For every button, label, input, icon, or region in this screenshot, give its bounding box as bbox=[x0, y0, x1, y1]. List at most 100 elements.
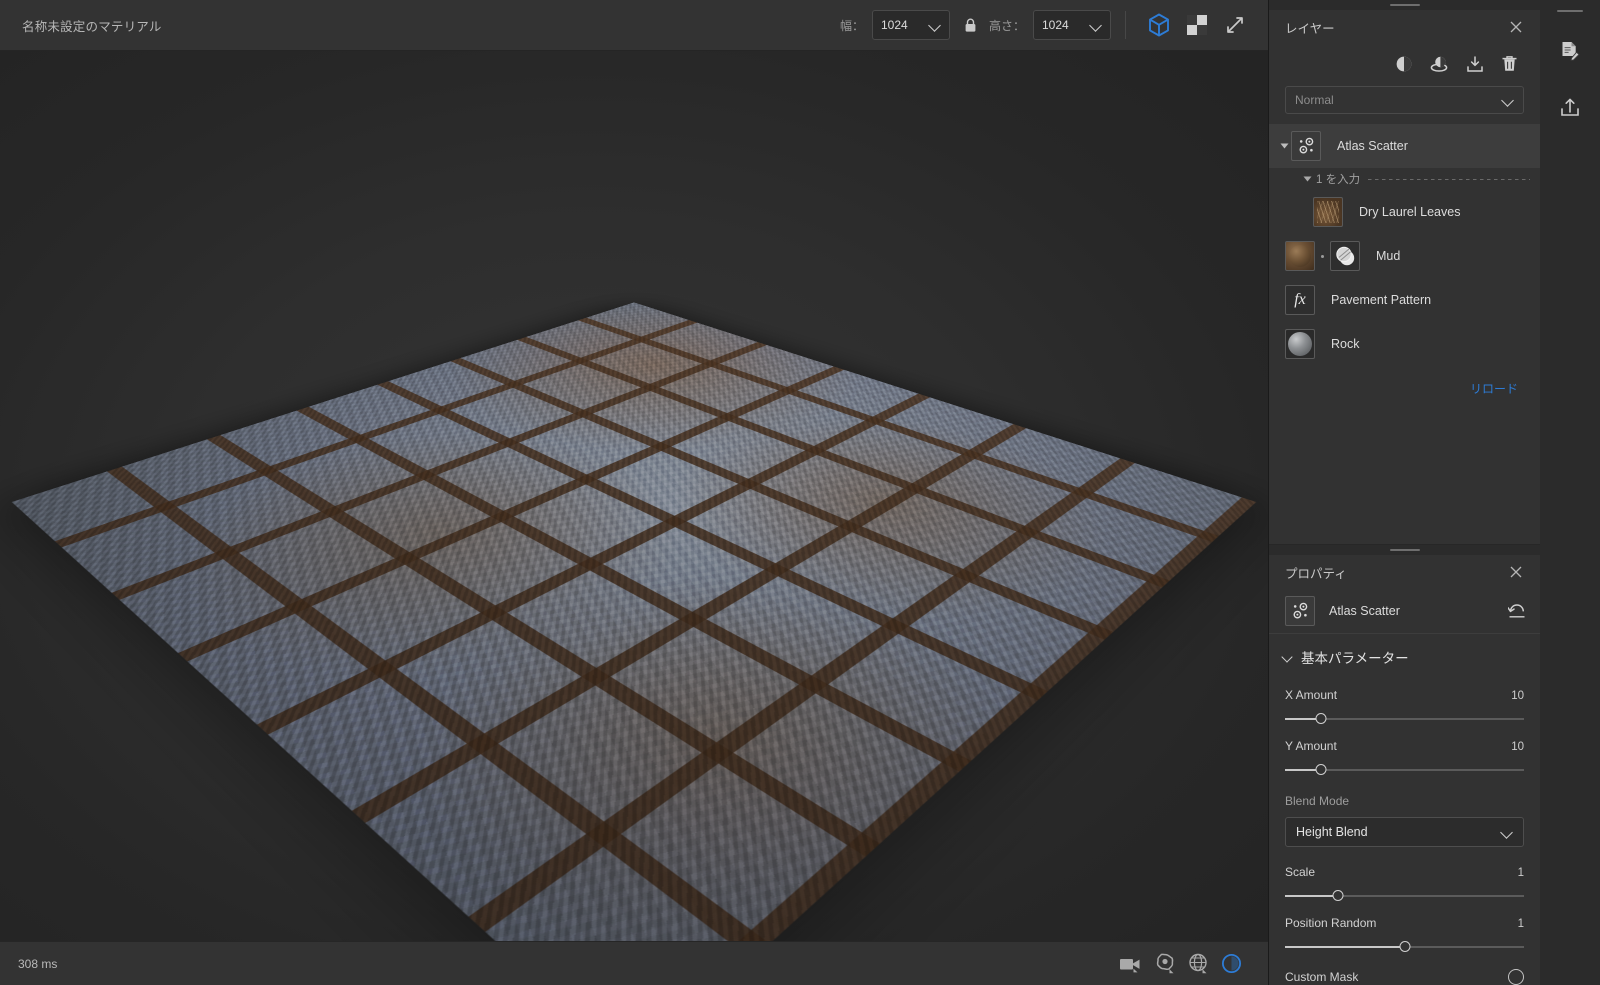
scatter-icon bbox=[1285, 596, 1315, 626]
adjustment-layer-icon[interactable] bbox=[1395, 55, 1413, 73]
blend-mode-select[interactable]: Height Blend bbox=[1285, 817, 1524, 847]
param-x-amount: X Amount 10 bbox=[1269, 688, 1540, 725]
slider-fill bbox=[1285, 895, 1338, 897]
slider-knob[interactable] bbox=[1315, 713, 1327, 724]
close-icon[interactable] bbox=[1506, 562, 1526, 582]
3d-viewport[interactable] bbox=[0, 51, 1268, 941]
top-toolbar: 名称未設定のマテリアル 幅： 1024 高さ： 1024 bbox=[0, 0, 1268, 51]
width-select[interactable]: 1024 bbox=[871, 10, 950, 40]
viewport-display-options bbox=[1119, 953, 1268, 974]
width-value: 1024 bbox=[880, 18, 908, 32]
layer-row-rock[interactable]: Rock bbox=[1269, 322, 1540, 366]
expand-triangle-icon[interactable] bbox=[1303, 176, 1312, 182]
panel-stack: レイヤー Normal Atlas Scatter 1 を入力 Dry Laur… bbox=[1268, 0, 1540, 985]
mud-thumbnail bbox=[1285, 241, 1315, 271]
param-label: X Amount bbox=[1285, 688, 1338, 702]
chevron-down-icon bbox=[1501, 826, 1513, 838]
mask-link-dot-icon bbox=[1321, 254, 1324, 258]
y-amount-slider[interactable] bbox=[1285, 764, 1524, 776]
expand-triangle-icon[interactable] bbox=[1277, 142, 1291, 150]
leaves-thumbnail bbox=[1313, 197, 1343, 227]
slider-knob[interactable] bbox=[1315, 764, 1327, 775]
view-3d-button[interactable] bbox=[1140, 6, 1178, 44]
layer-label: Dry Laurel Leaves bbox=[1359, 205, 1461, 219]
param-custom-mask: Custom Mask bbox=[1269, 969, 1540, 985]
param-label: Y Amount bbox=[1285, 739, 1337, 753]
properties-panel-header: プロパティ bbox=[1269, 555, 1540, 589]
param-scale: Scale 1 bbox=[1269, 865, 1540, 902]
viewport-statusbar: 308 ms bbox=[0, 941, 1268, 985]
height-select[interactable]: 1024 bbox=[1033, 10, 1111, 40]
width-label: 幅： bbox=[839, 18, 864, 33]
layer-toolbar bbox=[1269, 44, 1540, 84]
layer-row-dry-laurel-leaves[interactable]: Dry Laurel Leaves bbox=[1269, 190, 1540, 234]
custom-mask-toggle[interactable] bbox=[1508, 969, 1524, 985]
param-label: Custom Mask bbox=[1285, 970, 1359, 984]
param-position-random: Position Random 1 bbox=[1269, 916, 1540, 953]
mask-thumbnail[interactable] bbox=[1330, 241, 1360, 271]
layer-label: Mud bbox=[1376, 249, 1401, 263]
param-blend-mode-label-wrap: Blend Mode bbox=[1269, 794, 1540, 808]
properties-divider bbox=[1269, 633, 1540, 634]
reload-link[interactable]: リロード bbox=[1470, 380, 1518, 397]
render-time-label: 308 ms bbox=[18, 956, 58, 971]
param-value[interactable]: 1 bbox=[1518, 918, 1524, 930]
param-y-amount: Y Amount 10 bbox=[1269, 739, 1540, 776]
layer-input-group[interactable]: 1 を入力 bbox=[1269, 168, 1540, 190]
group-dashed-line bbox=[1368, 178, 1530, 180]
properties-panel-grip[interactable] bbox=[1269, 545, 1540, 555]
page-title: 名称未設定のマテリアル bbox=[22, 19, 162, 34]
layers-panel-title: レイヤー bbox=[1285, 21, 1335, 36]
layers-panel-grip[interactable] bbox=[1269, 0, 1540, 10]
scale-slider[interactable] bbox=[1285, 890, 1524, 902]
reset-undo-icon[interactable] bbox=[1508, 603, 1526, 619]
close-icon[interactable] bbox=[1506, 17, 1526, 37]
lighting-toggle-icon[interactable] bbox=[1221, 953, 1242, 974]
properties-panel-title: プロパティ bbox=[1285, 566, 1347, 581]
param-value[interactable]: 1 bbox=[1518, 867, 1524, 879]
slider-knob[interactable] bbox=[1399, 941, 1410, 952]
lock-icon[interactable] bbox=[964, 18, 977, 33]
export-icon[interactable] bbox=[1553, 90, 1587, 124]
chevron-down-icon bbox=[1090, 19, 1102, 31]
properties-node-name: Atlas Scatter bbox=[1329, 604, 1400, 618]
edit-document-icon[interactable] bbox=[1553, 34, 1587, 68]
layer-label: Rock bbox=[1331, 337, 1360, 351]
section-title: 基本パラメーター bbox=[1301, 651, 1409, 666]
layer-label: Pavement Pattern bbox=[1331, 293, 1432, 307]
height-label: 高さ： bbox=[988, 18, 1025, 33]
material-shape-icon[interactable] bbox=[1155, 953, 1176, 974]
paint-layer-icon[interactable] bbox=[1430, 55, 1449, 73]
material-preview-plane[interactable] bbox=[11, 302, 1257, 941]
height-value: 1024 bbox=[1042, 18, 1069, 32]
layer-row-mud[interactable]: Mud bbox=[1269, 234, 1540, 278]
layer-row-pavement-pattern[interactable]: fx Pavement Pattern bbox=[1269, 278, 1540, 322]
slider-knob[interactable] bbox=[1332, 890, 1344, 901]
param-value[interactable]: 10 bbox=[1511, 690, 1524, 702]
chevron-down-icon bbox=[929, 19, 941, 31]
material-preview-plane-wrapper bbox=[0, 51, 1268, 941]
environment-globe-icon[interactable] bbox=[1188, 953, 1209, 974]
layers-panel-header: レイヤー bbox=[1269, 10, 1540, 44]
fx-icon: fx bbox=[1285, 285, 1315, 315]
layer-list: Atlas Scatter 1 を入力 Dry Laurel Leaves Mu… bbox=[1269, 124, 1540, 366]
view-2d-button[interactable] bbox=[1178, 6, 1216, 44]
x-amount-slider[interactable] bbox=[1285, 713, 1524, 725]
properties-panel: プロパティ Atlas Scatter 基本パラメーター X Amount 10… bbox=[1269, 545, 1540, 985]
delete-layer-icon[interactable] bbox=[1501, 55, 1518, 73]
chevron-down-icon bbox=[1502, 94, 1514, 106]
app-root: 名称未設定のマテリアル 幅： 1024 高さ： 1024 308 ms レイヤー… bbox=[0, 0, 1600, 985]
camera-icon[interactable] bbox=[1119, 955, 1143, 973]
layer-row-atlas-scatter[interactable]: Atlas Scatter bbox=[1269, 124, 1540, 168]
right-rail bbox=[1540, 0, 1600, 985]
position-random-slider[interactable] bbox=[1285, 941, 1524, 953]
rail-grip[interactable] bbox=[1557, 10, 1583, 12]
basic-parameters-section-header[interactable]: 基本パラメーター bbox=[1269, 640, 1540, 674]
rock-thumbnail bbox=[1285, 329, 1315, 359]
fullscreen-button[interactable] bbox=[1216, 6, 1254, 44]
import-layer-icon[interactable] bbox=[1466, 55, 1484, 73]
param-value[interactable]: 10 bbox=[1511, 741, 1524, 753]
layer-input-group-label: 1 を入力 bbox=[1316, 174, 1361, 186]
layer-blend-mode-select[interactable]: Normal bbox=[1285, 86, 1524, 114]
properties-node-row: Atlas Scatter bbox=[1269, 589, 1540, 633]
